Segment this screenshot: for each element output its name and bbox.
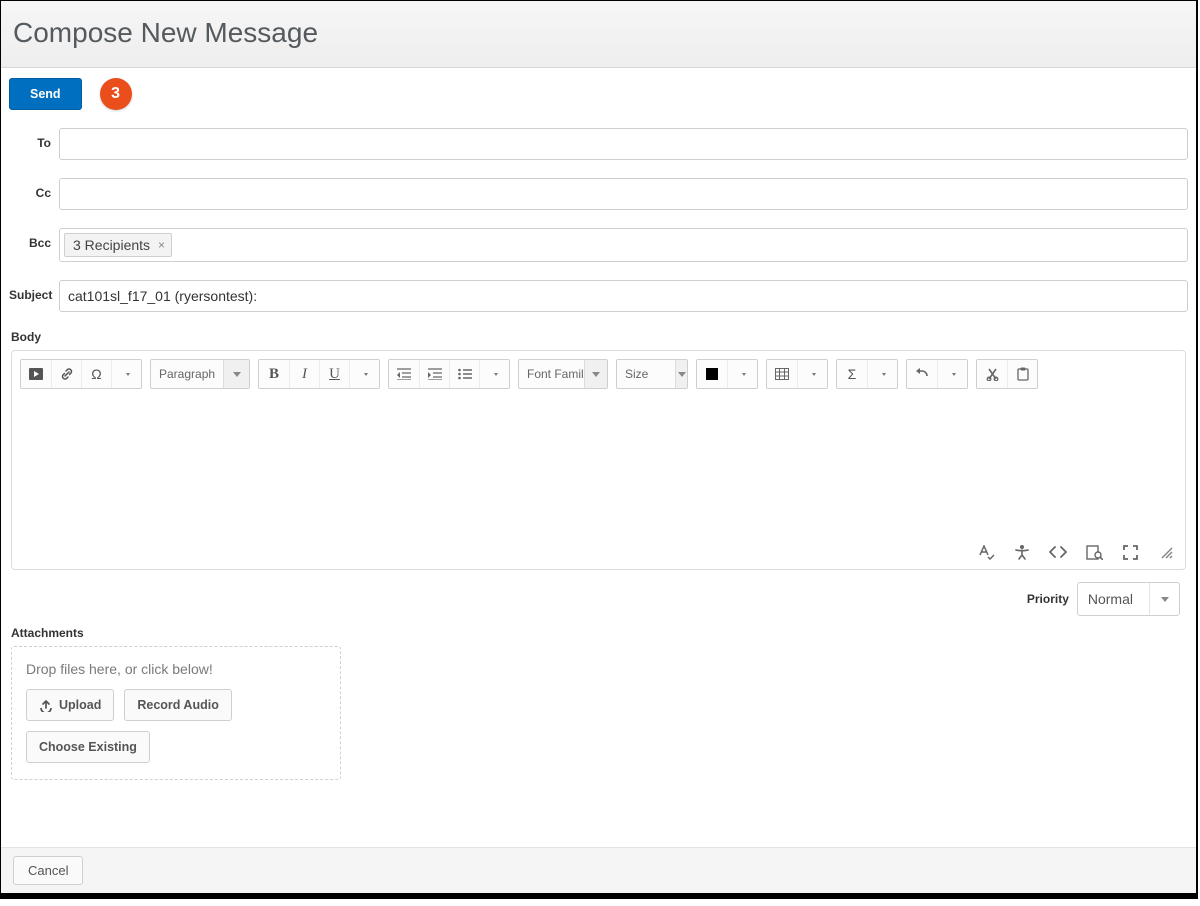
subject-field[interactable] (59, 280, 1188, 312)
chevron-down-icon (1149, 583, 1179, 615)
chevron-down-icon (584, 360, 607, 388)
outdent-button[interactable] (389, 360, 419, 388)
cc-field[interactable] (59, 178, 1188, 210)
text-color-dropdown[interactable] (727, 360, 757, 388)
footer-bar: Cancel (1, 847, 1196, 893)
equation-button[interactable]: Σ (837, 360, 867, 388)
page-title: Compose New Message (13, 17, 1184, 49)
preview-icon[interactable] (1085, 543, 1103, 561)
page-header: Compose New Message (1, 1, 1196, 68)
insert-link-button[interactable] (51, 360, 81, 388)
font-family-select[interactable]: Font Famil (518, 359, 608, 389)
paragraph-style-select[interactable]: Paragraph (150, 359, 250, 389)
undo-dropdown[interactable] (937, 360, 967, 388)
priority-select[interactable]: Normal (1077, 582, 1180, 616)
text-format-dropdown[interactable] (349, 360, 379, 388)
text-color-button[interactable] (697, 360, 727, 388)
bcc-recipient-chip[interactable]: 3 Recipients × (64, 233, 172, 257)
equation-dropdown[interactable] (867, 360, 897, 388)
bcc-chip-text: 3 Recipients (73, 237, 150, 253)
insert-table-button[interactable] (767, 360, 797, 388)
chevron-down-icon (223, 360, 249, 388)
body-label: Body (11, 330, 1188, 344)
priority-label: Priority (1027, 592, 1069, 606)
remove-chip-icon[interactable]: × (158, 238, 165, 252)
subject-label: Subject (9, 280, 51, 302)
resize-handle-icon[interactable] (1157, 543, 1175, 561)
to-label: To (9, 128, 51, 150)
list-button[interactable] (449, 360, 479, 388)
paste-button[interactable] (1007, 360, 1037, 388)
editor-body[interactable] (12, 397, 1185, 547)
font-size-select[interactable]: Size (616, 359, 688, 389)
table-dropdown[interactable] (797, 360, 827, 388)
choose-existing-button[interactable]: Choose Existing (26, 731, 150, 763)
record-audio-button[interactable]: Record Audio (124, 689, 231, 721)
step-badge: 3 (100, 78, 132, 110)
attachments-label: Attachments (11, 626, 1188, 640)
list-dropdown[interactable] (479, 360, 509, 388)
cc-label: Cc (9, 178, 51, 200)
indent-button[interactable] (419, 360, 449, 388)
send-button[interactable]: Send (9, 78, 82, 110)
bold-button[interactable]: B (259, 360, 289, 388)
attachments-dropzone[interactable]: Drop files here, or click below! Upload … (11, 646, 341, 780)
editor-toolbar: Ω Paragraph B I U (12, 351, 1185, 397)
rich-text-editor: Ω Paragraph B I U (11, 350, 1186, 570)
cut-button[interactable] (977, 360, 1007, 388)
insert-media-button[interactable] (21, 360, 51, 388)
italic-button[interactable]: I (289, 360, 319, 388)
cancel-button[interactable]: Cancel (13, 856, 83, 885)
undo-button[interactable] (907, 360, 937, 388)
dropzone-hint: Drop files here, or click below! (26, 661, 326, 677)
chevron-down-icon (675, 360, 687, 388)
underline-button[interactable]: U (319, 360, 349, 388)
upload-button[interactable]: Upload (26, 689, 114, 721)
insert-symbol-button[interactable]: Ω (81, 360, 111, 388)
insert-more-dropdown[interactable] (111, 360, 141, 388)
spellcheck-icon[interactable] (977, 543, 995, 561)
fullscreen-icon[interactable] (1121, 543, 1139, 561)
html-source-icon[interactable] (1049, 543, 1067, 561)
bcc-field[interactable]: 3 Recipients × (59, 228, 1188, 262)
accessibility-icon[interactable] (1013, 543, 1031, 561)
bcc-label: Bcc (9, 228, 51, 250)
upload-icon (39, 699, 53, 712)
editor-footer-tools (977, 543, 1175, 561)
to-field[interactable] (59, 128, 1188, 160)
